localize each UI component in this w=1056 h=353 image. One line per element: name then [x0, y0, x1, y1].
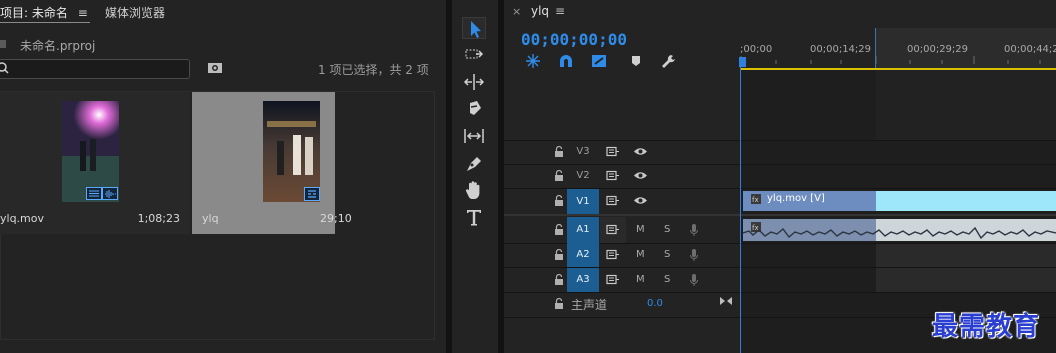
search-icon	[0, 62, 9, 74]
slip-icon[interactable]	[462, 125, 486, 147]
track-headers	[504, 70, 740, 353]
clip-name: ylq.mov	[0, 212, 44, 225]
lock-icon[interactable]	[554, 249, 564, 261]
tab-project-label: 项目: 未命名	[0, 6, 68, 20]
mute-button[interactable]: M	[636, 268, 645, 292]
wrench-settings-icon[interactable]	[660, 53, 678, 69]
sequence-tab-title[interactable]: ylq	[531, 4, 549, 18]
tab-media-browser[interactable]: 媒体浏览器	[105, 4, 165, 21]
tab-project[interactable]: 项目: 未命名 ≡	[0, 4, 88, 21]
mute-button[interactable]: M	[636, 243, 645, 267]
go-to-edit-point-icon[interactable]	[719, 296, 733, 306]
solo-button[interactable]: S	[664, 268, 670, 292]
close-sequence-icon[interactable]: ×	[512, 5, 521, 18]
nest-sequence-icon[interactable]	[524, 53, 542, 69]
hamburger-icon[interactable]: ≡	[555, 4, 565, 18]
clip-audio-video-badge-icon	[86, 187, 118, 200]
playhead-handle[interactable]	[739, 57, 746, 67]
find-bin-icon[interactable]	[207, 62, 223, 74]
type-icon[interactable]	[462, 206, 486, 228]
lock-icon[interactable]	[554, 298, 564, 310]
sequence-end-marker	[875, 28, 876, 70]
playhead-timecode[interactable]: 00;00;00;00	[521, 30, 627, 49]
hand-icon[interactable]	[462, 179, 486, 201]
sequence-badge-icon	[304, 187, 320, 201]
sync-lock-icon[interactable]	[606, 195, 620, 206]
solo-button[interactable]: S	[664, 243, 670, 267]
add-marker-icon[interactable]	[627, 53, 645, 69]
clip-name: ylq	[202, 212, 219, 225]
active-tab-underline	[0, 22, 90, 23]
microphone-icon[interactable]	[689, 223, 699, 237]
sync-lock-icon[interactable]	[606, 170, 620, 181]
svg-text:fx: fx	[752, 196, 759, 204]
mute-button[interactable]: M	[636, 218, 645, 242]
project-search-input[interactable]	[0, 59, 190, 79]
lock-icon[interactable]	[554, 146, 564, 158]
lock-icon[interactable]	[554, 224, 564, 236]
linked-selection-icon[interactable]	[590, 53, 608, 69]
ruler-tick-label: 00;00;29;29	[907, 44, 969, 55]
lock-icon[interactable]	[554, 170, 564, 182]
audio-waveform	[743, 226, 1056, 240]
lock-icon[interactable]	[554, 195, 564, 207]
hamburger-icon[interactable]: ≡	[78, 6, 88, 20]
track-area-beyond-end	[876, 70, 1056, 140]
sync-lock-icon[interactable]	[606, 249, 620, 260]
master-track-label: 主声道	[571, 298, 608, 312]
sync-lock-icon[interactable]	[606, 146, 620, 157]
track-name-a2[interactable]: A2	[567, 243, 599, 267]
video-audio-divider[interactable]	[504, 214, 1056, 216]
microphone-icon[interactable]	[689, 248, 699, 262]
eye-icon[interactable]	[633, 146, 648, 157]
sync-lock-icon[interactable]	[606, 274, 620, 285]
track-name-v3[interactable]: V3	[567, 140, 599, 164]
track-name-v1[interactable]: V1	[567, 189, 599, 214]
track-name-a1[interactable]: A1	[567, 217, 599, 243]
ruler-tick-label: 00;00;14;29	[810, 44, 872, 55]
track-separator	[504, 292, 1056, 293]
track-area-beyond-end	[876, 268, 1056, 292]
project-file-name: 未命名.prproj	[20, 39, 96, 53]
eye-icon[interactable]	[633, 195, 648, 206]
playhead-line[interactable]	[740, 62, 741, 353]
snap-icon[interactable]	[557, 53, 575, 69]
track-name-a3[interactable]: A3	[567, 268, 599, 292]
video-clip-name: ylq.mov [V]	[767, 193, 825, 204]
microphone-icon[interactable]	[689, 273, 699, 287]
eye-icon[interactable]	[633, 170, 648, 181]
solo-button[interactable]: S	[664, 218, 670, 242]
fx-badge-icon: fx	[751, 194, 761, 204]
clip-duration: 29;10	[320, 212, 352, 225]
watermark: 最需教育	[932, 312, 1041, 342]
ruler-tick-label: ;00;00	[740, 44, 773, 55]
pen-icon[interactable]	[462, 152, 486, 174]
track-name-v2[interactable]: V2	[567, 164, 599, 188]
project-file-icon	[0, 40, 6, 48]
selection-status: 1 项已选择，共 2 项	[318, 63, 429, 77]
ruler-tick-label: 00;00;44;2	[1004, 44, 1056, 55]
sync-lock-icon[interactable]	[606, 224, 620, 235]
selection-tool-icon[interactable]	[462, 17, 486, 39]
track-select-forward-icon[interactable]	[462, 44, 486, 66]
master-volume-value[interactable]: 0.0	[647, 298, 663, 309]
ruler-ticks	[740, 56, 1041, 64]
track-area-beyond-end	[876, 244, 1056, 268]
razor-icon[interactable]	[462, 98, 486, 120]
clip-duration: 1;08;23	[137, 212, 180, 225]
lock-icon[interactable]	[554, 274, 564, 286]
ripple-edit-icon[interactable]	[462, 71, 486, 93]
